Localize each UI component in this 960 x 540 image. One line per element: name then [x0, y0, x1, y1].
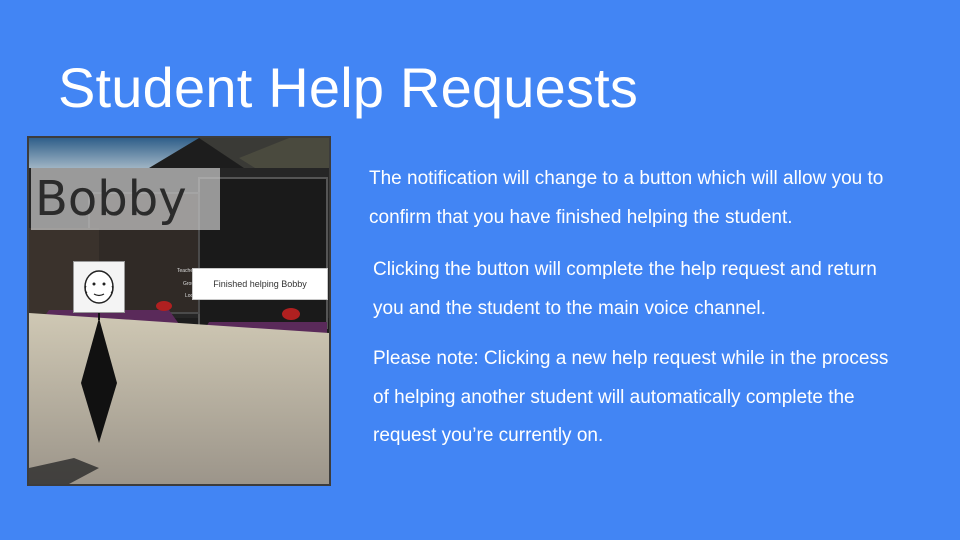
vr-screenshot: Bobby Teacher Ca Grou Lock Finished help… — [27, 136, 331, 486]
slide-body: The notification will change to a button… — [369, 160, 899, 456]
student-name-label: Bobby — [31, 168, 220, 230]
slide-title: Student Help Requests — [58, 56, 639, 119]
student-avatar — [73, 261, 125, 313]
paragraph-note: Please note: Clicking a new help request… — [373, 348, 889, 446]
paragraph-notification: The notification will change to a button… — [369, 168, 884, 228]
paragraph-complete-request: Clicking the button will complete the he… — [373, 259, 877, 319]
face-icon — [84, 270, 114, 304]
finished-helping-button[interactable]: Finished helping Bobby — [192, 268, 328, 300]
